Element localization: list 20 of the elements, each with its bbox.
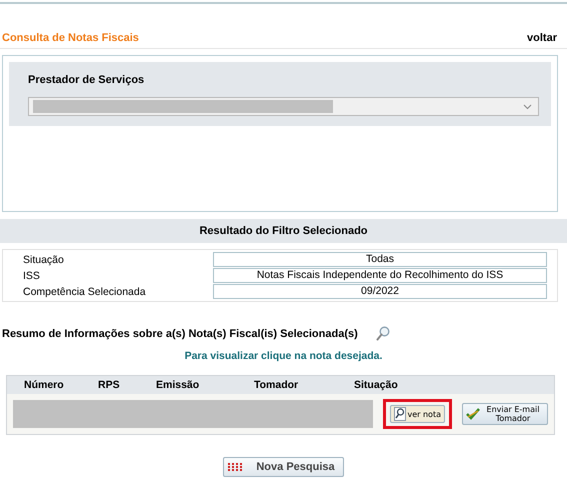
- send-email-button[interactable]: Enviar E-mail Tomador: [462, 403, 548, 425]
- column-header: Situação: [354, 379, 398, 391]
- section-title: Resumo de Informações sobre a(s) Nota(s) Fiscal(is) Selecionada(s): [2, 328, 358, 340]
- info-value: 09/2022: [213, 284, 547, 299]
- new-search-button[interactable]: Nova Pesquisa: [223, 457, 344, 477]
- column-header: Emissão: [156, 379, 200, 391]
- column-header: Número: [24, 379, 64, 391]
- section-header: Resultado do Filtro Selecionado: [0, 219, 567, 243]
- hint-text: Para visualizar clique na nota desejada.: [184, 350, 382, 362]
- view-note-button[interactable]: ver nota: [390, 405, 445, 423]
- back-link[interactable]: voltar: [527, 32, 557, 44]
- info-label: ISS: [23, 270, 41, 282]
- info-value: Todas: [213, 252, 547, 267]
- info-value: Notas Fiscais Independente do Recolhimento do ISS: [213, 268, 547, 283]
- page-title: Consulta de Notas Fiscais: [2, 32, 139, 44]
- column-header: Tomador: [254, 379, 298, 391]
- info-label: Competência Selecionada: [23, 286, 147, 298]
- column-header: RPS: [98, 379, 120, 391]
- field-label: Prestador de Serviços: [28, 74, 146, 86]
- info-label: Situação: [23, 254, 65, 266]
